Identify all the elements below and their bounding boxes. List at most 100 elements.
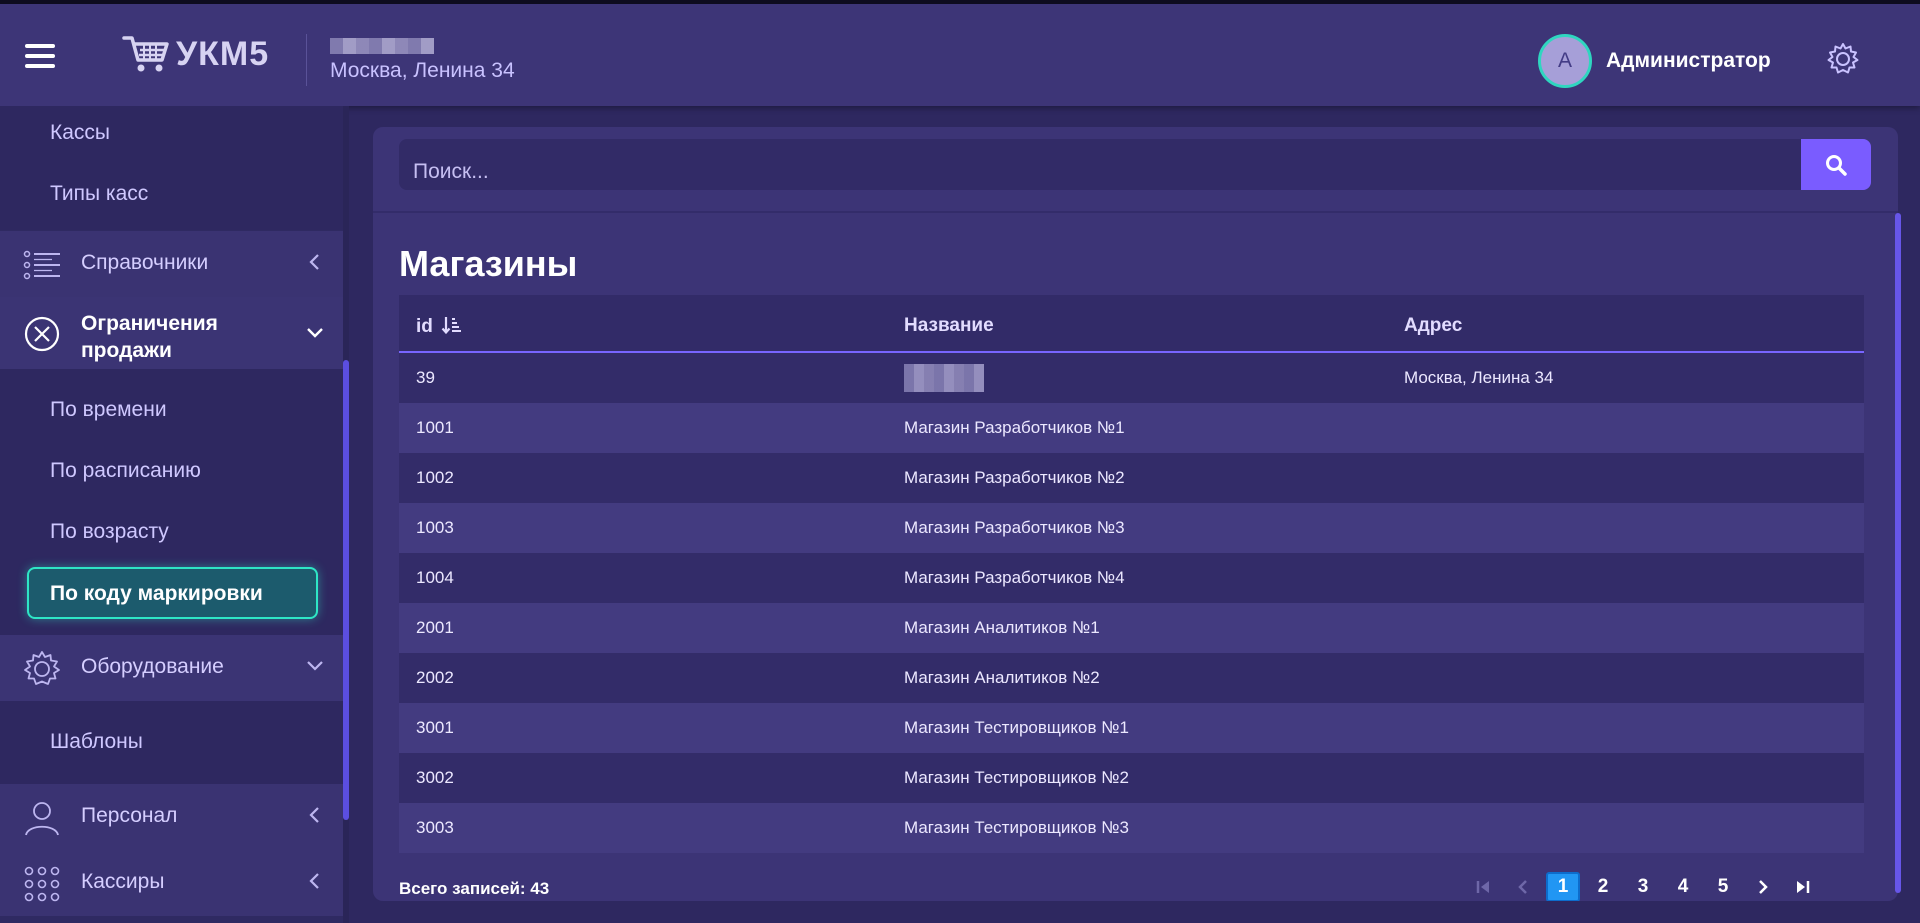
settings-gear-icon[interactable] xyxy=(1826,42,1860,76)
cell-name: Магазин Тестировщиков №2 xyxy=(904,768,1129,787)
sidebar-item-by-marking-code[interactable]: По коду маркировки xyxy=(27,567,318,619)
search-icon xyxy=(1826,154,1847,176)
sidebar-group-cashiers[interactable]: Кассиры xyxy=(0,850,344,916)
sidebar-group-label: Оборудование xyxy=(81,655,224,678)
next-page-button[interactable] xyxy=(1743,872,1783,901)
pagination: 12345 xyxy=(1463,872,1823,901)
user-name: Администратор xyxy=(1606,49,1771,72)
sidebar-group-restrictions[interactable]: Ограничения продажи xyxy=(0,297,344,369)
cell-id: 1004 xyxy=(416,568,454,587)
sidebar-group-label: Справочники xyxy=(81,251,209,274)
cell-name: Магазин Аналитиков №2 xyxy=(904,668,1100,687)
chevron-down-icon xyxy=(307,661,323,671)
sidebar-scrollbar[interactable] xyxy=(343,360,349,820)
sidebar-item-cash-types[interactable]: Типы касс xyxy=(50,182,148,206)
table-row[interactable]: 3001 Магазин Тестировщиков №1 xyxy=(399,703,1864,753)
table-row[interactable]: 3002 Магазин Тестировщиков №2 xyxy=(399,753,1864,803)
cell-id: 1002 xyxy=(416,468,454,487)
sidebar: Кассы Типы касс Справочники Ограничения … xyxy=(0,106,344,923)
search-button[interactable] xyxy=(1801,139,1871,190)
prev-page-button[interactable] xyxy=(1503,872,1543,901)
user-menu[interactable]: A Администратор xyxy=(1538,34,1771,88)
stores-table: id Название Адрес 39 Москва, Ленина 34 100… xyxy=(399,295,1864,853)
chevron-left-icon xyxy=(309,873,319,889)
chevron-left-icon xyxy=(1518,880,1527,894)
cell-name: Магазин Аналитиков №1 xyxy=(904,618,1100,637)
table-row[interactable]: 39 Москва, Ленина 34 xyxy=(399,353,1864,403)
sidebar-item-templates[interactable]: Шаблоны xyxy=(50,730,143,754)
sidebar-group-equipment[interactable]: Оборудование xyxy=(0,635,344,701)
person-icon xyxy=(25,802,59,836)
page-button-1[interactable]: 1 xyxy=(1546,872,1580,901)
cell-name: Магазин Разработчиков №3 xyxy=(904,518,1125,537)
sidebar-item-by-schedule[interactable]: По расписанию xyxy=(50,459,201,483)
page-button-4[interactable]: 4 xyxy=(1663,872,1703,901)
cell-id: 3003 xyxy=(416,818,454,837)
cell-id: 3001 xyxy=(416,718,454,737)
table-row[interactable]: 1004 Магазин Разработчиков №4 xyxy=(399,553,1864,603)
column-header-id[interactable]: id xyxy=(416,315,462,338)
table-row[interactable]: 1003 Магазин Разработчиков №3 xyxy=(399,503,1864,553)
app-logo[interactable]: УКМ5 xyxy=(122,34,269,74)
table-row[interactable]: 2002 Магазин Аналитиков №2 xyxy=(399,653,1864,703)
cell-name-redacted xyxy=(904,364,984,392)
logo-text: УКМ5 xyxy=(176,34,270,73)
top-bar: УКМ5 Москва, Ленина 34 A Администратор xyxy=(0,0,1920,106)
sidebar-group-label: Кассиры xyxy=(81,870,165,893)
cell-id: 2002 xyxy=(416,668,454,687)
store-address: Москва, Ленина 34 xyxy=(330,59,515,82)
cell-id: 1003 xyxy=(416,518,454,537)
page-numbers: 12345 xyxy=(1543,872,1743,901)
cell-id: 3002 xyxy=(416,768,454,787)
page-button-3[interactable]: 3 xyxy=(1623,872,1663,901)
chevron-left-icon xyxy=(309,807,319,823)
cell-name: Магазин Тестировщиков №3 xyxy=(904,818,1129,837)
main-panel: Магазины id Название Адрес 39 Москва, Лен… xyxy=(373,127,1898,901)
cancel-circle-icon xyxy=(24,316,60,352)
gear-icon xyxy=(24,651,60,685)
page-title: Магазины xyxy=(399,243,578,284)
list-icon xyxy=(23,250,60,280)
column-header-name[interactable]: Название xyxy=(904,315,994,337)
cell-id: 2001 xyxy=(416,618,454,637)
page-button-5[interactable]: 5 xyxy=(1703,872,1743,901)
last-page-icon xyxy=(1797,881,1810,893)
total-records: Всего записей: 43 xyxy=(399,879,550,898)
sidebar-group-personnel[interactable]: Персонал xyxy=(0,784,344,850)
sidebar-item-by-age[interactable]: По возрасту xyxy=(50,520,169,544)
sort-descending-icon xyxy=(441,317,462,335)
cart-icon xyxy=(122,36,169,72)
cell-id: 39 xyxy=(416,368,435,387)
sidebar-item-cash-registers[interactable]: Кассы xyxy=(50,121,110,145)
avatar: A xyxy=(1538,34,1592,88)
grid-dots-icon xyxy=(24,866,60,902)
main-scrollbar[interactable] xyxy=(1895,213,1901,893)
last-page-button[interactable] xyxy=(1783,872,1823,901)
cell-address: Москва, Ленина 34 xyxy=(1404,368,1554,387)
first-page-icon xyxy=(1476,881,1489,893)
store-name-redacted xyxy=(330,38,434,54)
table-row[interactable]: 1001 Магазин Разработчиков №1 xyxy=(399,403,1864,453)
column-header-id-label: id xyxy=(416,316,433,337)
cell-name: Магазин Разработчиков №2 xyxy=(904,468,1125,487)
sidebar-group-label: Персонал xyxy=(81,804,178,827)
page-button-2[interactable]: 2 xyxy=(1583,872,1623,901)
first-page-button[interactable] xyxy=(1463,872,1503,901)
panel-divider xyxy=(373,211,1898,213)
search-input[interactable] xyxy=(399,139,1809,190)
hamburger-menu-icon[interactable] xyxy=(25,44,55,68)
chevron-down-icon xyxy=(307,328,323,338)
table-header: id Название Адрес xyxy=(399,295,1864,353)
sidebar-item-by-time[interactable]: По времени xyxy=(50,398,167,422)
column-header-address[interactable]: Адрес xyxy=(1404,315,1462,337)
header-divider xyxy=(306,34,307,86)
table-row[interactable]: 3003 Магазин Тестировщиков №3 xyxy=(399,803,1864,853)
cell-name: Магазин Разработчиков №4 xyxy=(904,568,1125,587)
sidebar-group-label: Ограничения продажи xyxy=(81,312,218,362)
chevron-left-icon xyxy=(309,254,319,270)
table-row[interactable]: 1002 Магазин Разработчиков №2 xyxy=(399,453,1864,503)
chevron-right-icon xyxy=(1759,880,1768,894)
cell-name: Магазин Разработчиков №1 xyxy=(904,418,1125,437)
sidebar-group-reference[interactable]: Справочники xyxy=(0,231,344,297)
table-row[interactable]: 2001 Магазин Аналитиков №1 xyxy=(399,603,1864,653)
